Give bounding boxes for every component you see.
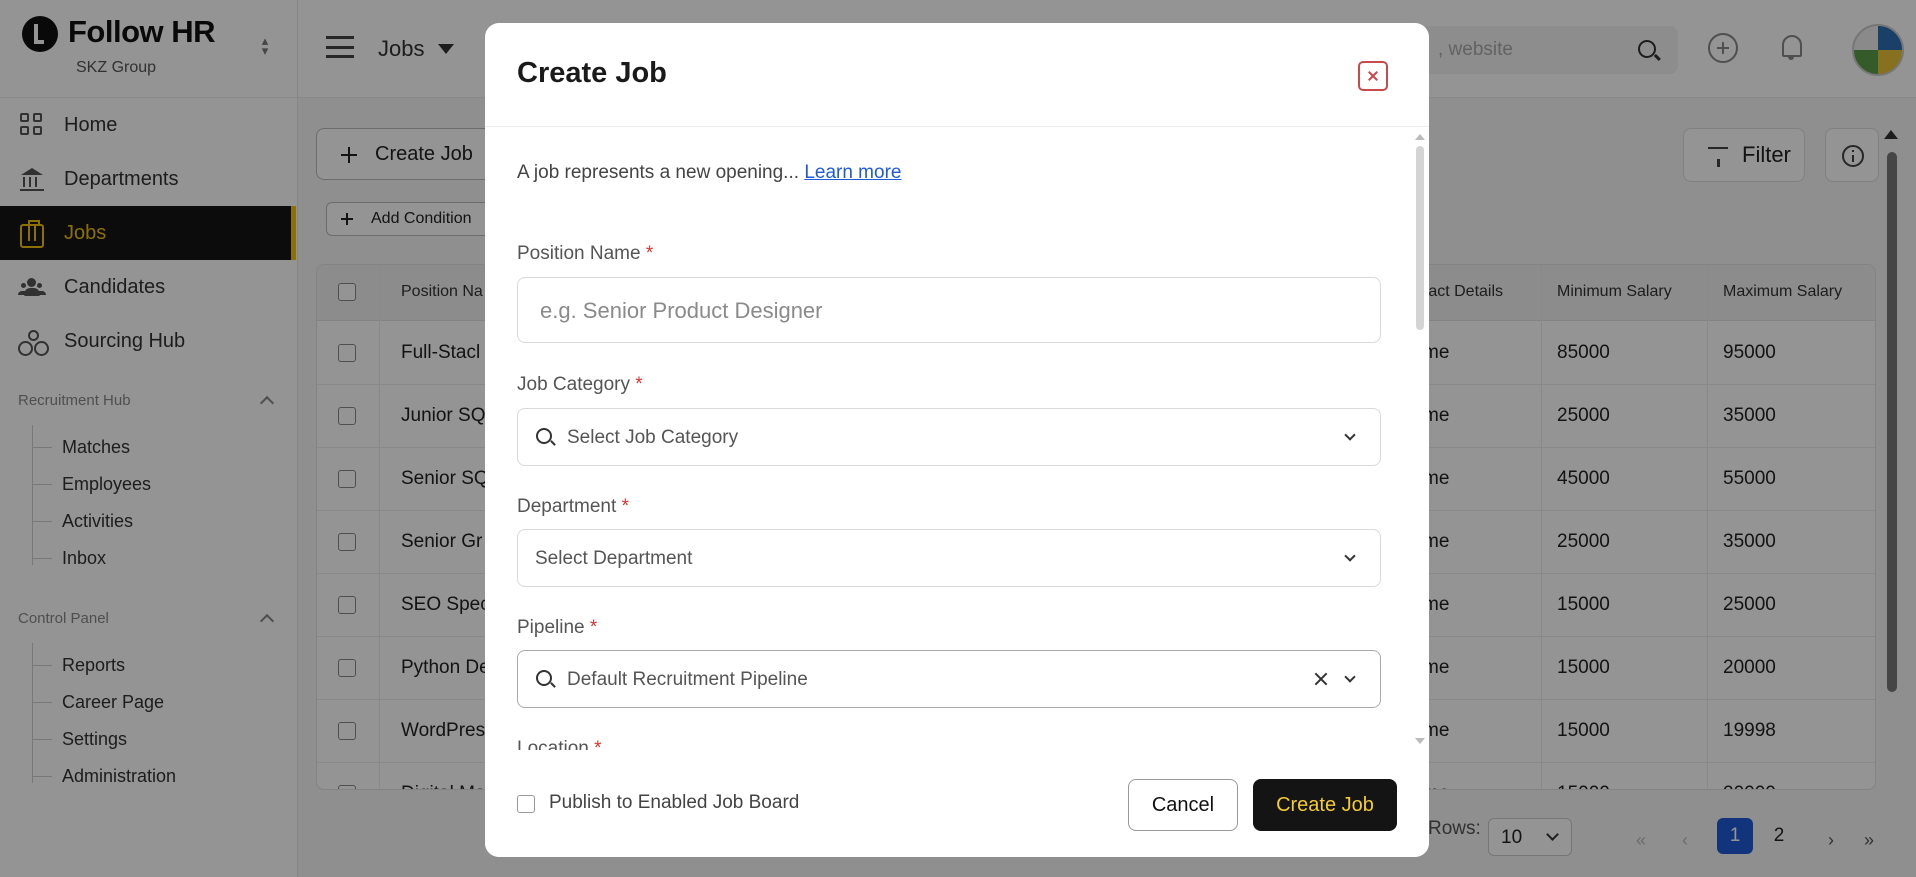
chevron-down-icon[interactable] (1344, 429, 1356, 441)
modal-footer: Publish to Enabled Job Board Cancel Crea… (485, 750, 1429, 857)
job-category-placeholder: Select Job Category (567, 427, 739, 448)
required-mark: * (589, 617, 598, 638)
modal-body: A job represents a new opening... Learn … (485, 128, 1429, 750)
modal-header: Create Job (485, 23, 1429, 127)
search-icon (536, 428, 552, 444)
label-text: Pipeline (517, 617, 585, 638)
modal-scrollbar[interactable] (1416, 146, 1424, 330)
job-category-select[interactable]: Select Job Category (517, 408, 1381, 466)
department-label: Department * (517, 496, 629, 518)
cancel-button[interactable]: Cancel (1128, 779, 1238, 831)
chevron-down-icon[interactable] (1344, 671, 1356, 683)
location-label: Location * (517, 738, 602, 750)
position-name-input[interactable]: e.g. Senior Product Designer (517, 277, 1381, 343)
clear-icon[interactable] (1313, 671, 1329, 687)
pipeline-value: Default Recruitment Pipeline (567, 669, 808, 690)
label-text: Job Category (517, 374, 631, 395)
pipeline-label: Pipeline * (517, 617, 597, 639)
required-mark: * (645, 243, 654, 264)
position-name-placeholder: e.g. Senior Product Designer (540, 298, 823, 323)
required-mark: * (635, 374, 643, 395)
label-text: Department (517, 496, 617, 517)
publish-label[interactable]: Publish to Enabled Job Board (549, 792, 799, 814)
label-text: Position Name (517, 243, 641, 264)
department-placeholder: Select Department (535, 548, 693, 569)
modal-scroll-down-icon[interactable] (1415, 738, 1425, 744)
publish-checkbox[interactable] (517, 795, 535, 813)
required-mark: * (621, 496, 629, 517)
chevron-down-icon[interactable] (1344, 550, 1356, 562)
pipeline-select[interactable]: Default Recruitment Pipeline (517, 650, 1381, 708)
close-icon[interactable] (1358, 61, 1388, 91)
modal-scroll-up-icon[interactable] (1415, 134, 1425, 140)
intro-description: A job represents a new opening... (517, 162, 800, 183)
label-text: Location (517, 738, 589, 750)
required-mark: * (594, 738, 602, 750)
department-select[interactable]: Select Department (517, 529, 1381, 587)
create-job-modal: Create Job A job represents a new openin… (485, 23, 1429, 857)
search-icon (536, 670, 552, 686)
modal-title: Create Job (517, 57, 667, 89)
create-job-submit-button[interactable]: Create Job (1253, 779, 1397, 831)
job-category-label: Job Category * (517, 374, 643, 396)
intro-text: A job represents a new opening... Learn … (517, 162, 901, 184)
position-name-label: Position Name * (517, 243, 653, 265)
learn-more-link[interactable]: Learn more (804, 162, 901, 183)
